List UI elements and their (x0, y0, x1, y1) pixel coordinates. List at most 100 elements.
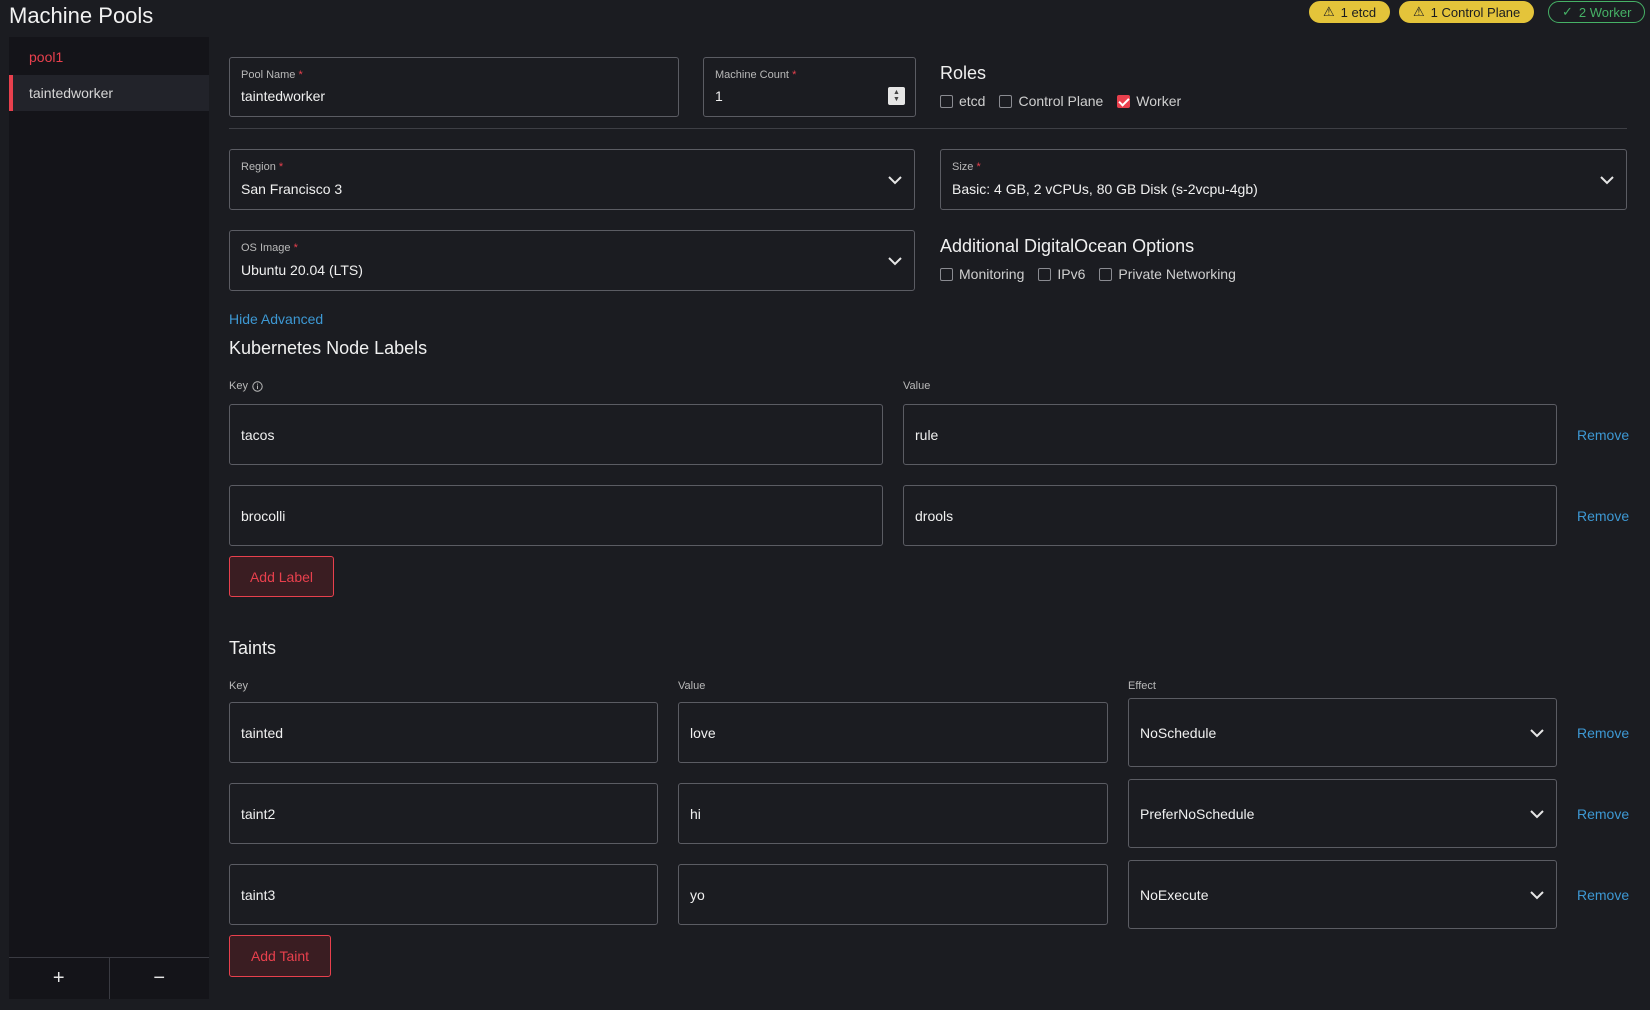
pool-name-field[interactable]: Pool Name * taintedworker (229, 57, 679, 117)
label-value-input[interactable]: drools (903, 485, 1557, 546)
machine-count-value: 1 (715, 88, 723, 104)
chevron-down-icon (1530, 809, 1544, 818)
checkbox-label: IPv6 (1057, 266, 1086, 282)
checkbox-box[interactable] (940, 267, 953, 281)
sidebar-footer: + − (9, 957, 209, 999)
add-taint-button[interactable]: Add Taint (229, 935, 331, 977)
input-value: love (690, 724, 716, 741)
badge-label: 1 etcd (1340, 4, 1377, 20)
badge-label: 1 Control Plane (1430, 4, 1521, 20)
label-key-input[interactable]: brocolli (229, 485, 883, 546)
chevron-down-icon (888, 256, 902, 265)
remove-pool-button[interactable]: − (108, 958, 210, 999)
input-value: hi (690, 805, 701, 822)
badge-label: 2 Worker (1578, 4, 1632, 20)
control-plane-status-badge: ⚠ 1 Control Plane (1399, 1, 1535, 23)
checkbox-box[interactable] (940, 94, 953, 108)
checkbox-box[interactable] (1099, 267, 1113, 281)
size-value: Basic: 4 GB, 2 vCPUs, 80 GB Disk (s-2vcp… (952, 181, 1258, 197)
worker-status-badge: ✓ 2 Worker (1548, 1, 1646, 23)
pool-sidebar: pool1 taintedworker + − (9, 37, 209, 999)
role-etcd-checkbox[interactable]: etcd (940, 93, 985, 109)
etcd-status-badge: ⚠ 1 etcd (1309, 1, 1391, 23)
remove-taint-button[interactable]: Remove (1577, 887, 1629, 903)
quantity-stepper[interactable]: ▲ ▼ (888, 87, 905, 105)
input-value: taint3 (241, 886, 276, 903)
taint-value-input[interactable]: yo (678, 864, 1108, 925)
checkbox-label: Worker (1136, 93, 1182, 109)
pool-name-label: Pool Name * (241, 69, 303, 81)
taint-effect-select[interactable]: PreferNoSchedule (1128, 779, 1557, 848)
select-value: NoExecute (1140, 886, 1209, 903)
input-value: tacos (241, 426, 275, 443)
sidebar-item-label: pool1 (29, 49, 64, 65)
remove-label-button[interactable]: Remove (1577, 508, 1629, 524)
do-options-checkbox-group: Monitoring IPv6 Private Networking (940, 266, 1250, 282)
chevron-down-icon (1530, 890, 1544, 899)
chevron-down-icon (1600, 175, 1614, 184)
section-divider (229, 128, 1627, 129)
page-title: Machine Pools (9, 3, 154, 28)
size-label: Size * (952, 161, 981, 173)
private-networking-checkbox[interactable]: Private Networking (1099, 266, 1236, 282)
os-image-select[interactable]: OS Image * Ubuntu 20.04 (LTS) (229, 230, 915, 291)
monitoring-checkbox[interactable]: Monitoring (940, 266, 1024, 282)
remove-taint-button[interactable]: Remove (1577, 806, 1629, 822)
roles-title: Roles (940, 63, 987, 83)
taint-effect-select[interactable]: NoSchedule (1128, 698, 1557, 767)
remove-taint-button[interactable]: Remove (1577, 725, 1629, 741)
labels-key-header: Key (229, 380, 263, 392)
machine-count-label: Machine Count * (715, 69, 797, 81)
ipv6-checkbox[interactable]: IPv6 (1038, 266, 1085, 282)
remove-label-button[interactable]: Remove (1577, 427, 1629, 443)
taint-effect-select[interactable]: NoExecute (1128, 860, 1557, 929)
add-label-button[interactable]: Add Label (229, 556, 334, 597)
taints-effect-header: Effect (1128, 680, 1156, 692)
taint-key-input[interactable]: taint2 (229, 783, 658, 844)
check-icon: ✓ (1562, 4, 1573, 19)
chevron-down-icon (888, 175, 902, 184)
input-value: brocolli (241, 507, 286, 524)
region-select[interactable]: Region * San Francisco 3 (229, 149, 915, 210)
machine-count-field[interactable]: Machine Count * 1 ▲ ▼ (703, 57, 916, 117)
taint-key-input[interactable]: taint3 (229, 864, 658, 925)
label-value-input[interactable]: rule (903, 404, 1557, 465)
taint-key-input[interactable]: tainted (229, 702, 658, 763)
taint-value-input[interactable]: love (678, 702, 1108, 763)
input-value: tainted (241, 724, 284, 741)
region-value: San Francisco 3 (241, 181, 343, 197)
taint-value-input[interactable]: hi (678, 783, 1108, 844)
input-value: yo (690, 886, 705, 903)
warning-icon: ⚠ (1413, 4, 1425, 19)
checkbox-box[interactable] (999, 94, 1013, 108)
checkbox-box[interactable] (1117, 94, 1131, 108)
hide-advanced-link[interactable]: Hide Advanced (229, 311, 323, 327)
input-value: taint2 (241, 805, 276, 822)
os-image-value: Ubuntu 20.04 (LTS) (241, 262, 363, 278)
role-worker-checkbox[interactable]: Worker (1117, 93, 1181, 109)
checkbox-label: Private Networking (1118, 266, 1236, 282)
chevron-down-icon (1530, 728, 1544, 737)
checkbox-label: Control Plane (1018, 93, 1104, 109)
sidebar-item-pool1[interactable]: pool1 (9, 39, 209, 75)
os-image-label: OS Image * (241, 242, 298, 254)
info-icon[interactable] (252, 380, 263, 392)
roles-checkbox-group: etcd Control Plane Worker (940, 93, 1195, 109)
checkbox-label: etcd (959, 93, 986, 109)
warning-icon: ⚠ (1323, 4, 1335, 19)
region-label: Region * (241, 161, 284, 173)
sidebar-item-taintedworker[interactable]: taintedworker (9, 75, 209, 111)
size-select[interactable]: Size * Basic: 4 GB, 2 vCPUs, 80 GB Disk … (940, 149, 1627, 210)
input-value: rule (915, 426, 939, 443)
do-options-title: Additional DigitalOcean Options (940, 236, 1195, 256)
label-key-input[interactable]: tacos (229, 404, 883, 465)
add-pool-button[interactable]: + (9, 958, 109, 999)
taints-title: Taints (229, 638, 277, 658)
taints-key-header: Key (229, 680, 248, 692)
column-header: Key (229, 380, 248, 392)
checkbox-label: Monitoring (959, 266, 1025, 282)
sidebar-item-label: taintedworker (29, 85, 114, 101)
select-value: PreferNoSchedule (1140, 805, 1255, 822)
checkbox-box[interactable] (1038, 267, 1052, 281)
role-control-plane-checkbox[interactable]: Control Plane (999, 93, 1103, 109)
